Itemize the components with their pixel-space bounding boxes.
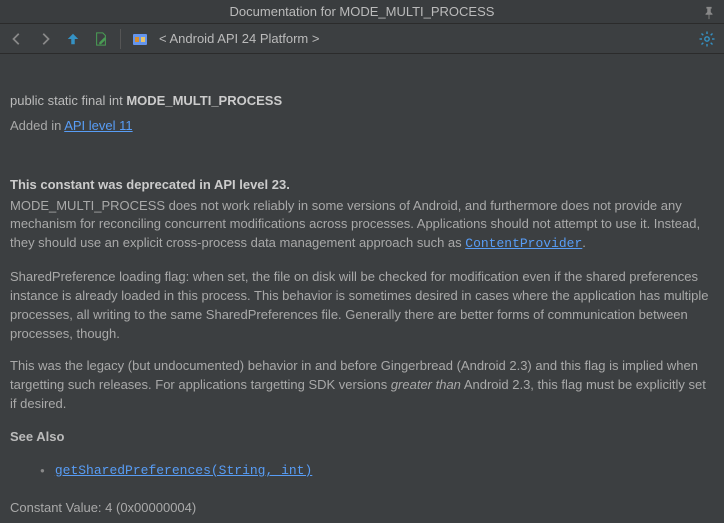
back-icon[interactable]	[8, 30, 26, 48]
deprecated-heading: This constant was deprecated in API leve…	[10, 176, 714, 195]
para3-emphasis: greater than	[391, 377, 461, 392]
edit-source-icon[interactable]	[92, 30, 110, 48]
pin-icon[interactable]	[702, 4, 716, 18]
title-bar: Documentation for MODE_MULTI_PROCESS	[0, 0, 724, 24]
gear-icon[interactable]	[698, 30, 716, 48]
description-paragraph-2: This was the legacy (but undocumented) b…	[10, 357, 714, 414]
breadcrumb[interactable]: < Android API 24 Platform >	[159, 31, 319, 46]
forward-icon[interactable]	[36, 30, 54, 48]
api-level-link[interactable]: API level 11	[64, 118, 132, 133]
see-also-heading: See Also	[10, 428, 714, 447]
module-icon	[131, 30, 149, 48]
added-in-label: Added in	[10, 118, 64, 133]
method-signature: public static final int MODE_MULTI_PROCE…	[10, 92, 714, 111]
see-also-list: getSharedPreferences(String, int)	[10, 461, 714, 481]
list-item: getSharedPreferences(String, int)	[40, 461, 714, 481]
see-also-link[interactable]: getSharedPreferences(String, int)	[55, 463, 312, 478]
toolbar: < Android API 24 Platform >	[0, 24, 724, 54]
constant-value: Constant Value: 4 (0x00000004)	[10, 499, 714, 518]
description-paragraph-1: SharedPreference loading flag: when set,…	[10, 268, 714, 343]
signature-name: MODE_MULTI_PROCESS	[126, 93, 282, 108]
added-in: Added in API level 11	[10, 117, 714, 136]
window-title: Documentation for MODE_MULTI_PROCESS	[230, 4, 495, 19]
doc-content: public static final int MODE_MULTI_PROCE…	[0, 54, 724, 523]
toolbar-separator	[120, 29, 121, 49]
deprecated-paragraph: MODE_MULTI_PROCESS does not work reliabl…	[10, 197, 714, 255]
deprecated-text-1: MODE_MULTI_PROCESS does not work reliabl…	[10, 198, 700, 251]
deprecated-text-2: .	[582, 235, 586, 250]
content-provider-link[interactable]: ContentProvider	[465, 236, 582, 251]
signature-modifiers: public static final int	[10, 93, 126, 108]
up-arrow-icon[interactable]	[64, 30, 82, 48]
